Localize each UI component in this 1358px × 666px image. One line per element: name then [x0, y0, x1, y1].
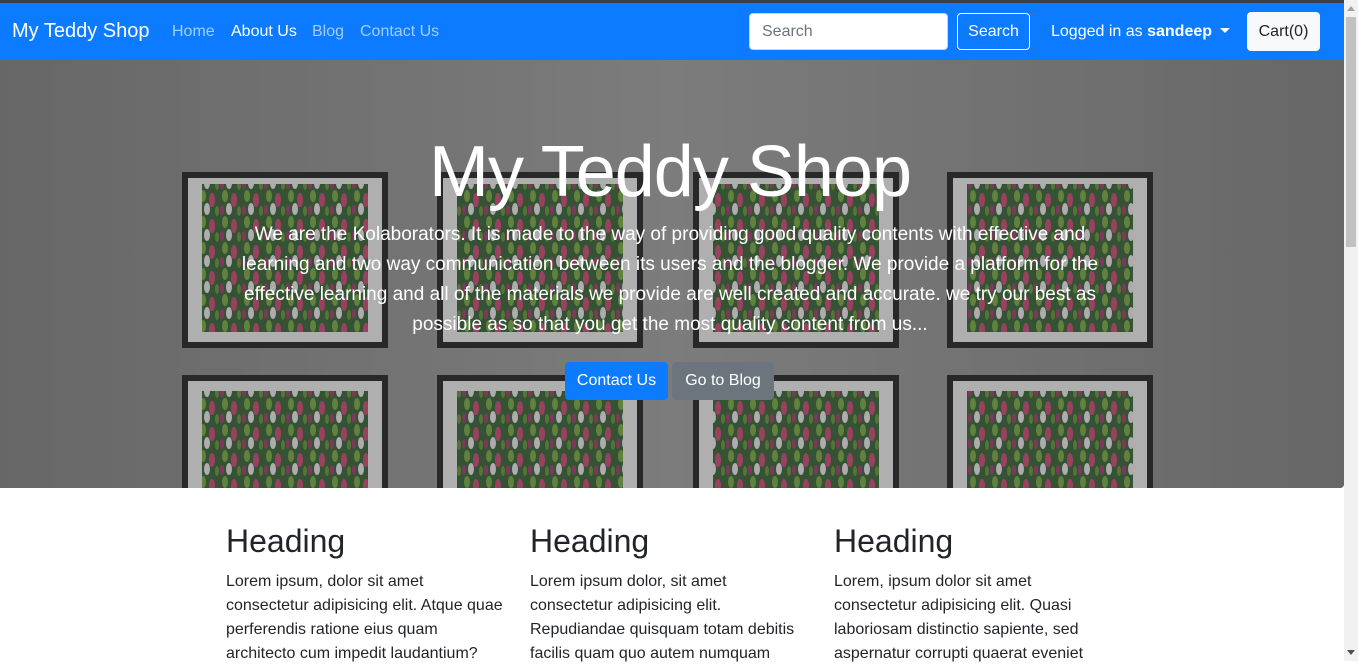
hero-description: We are the Kolaborators. It is made to t…: [241, 224, 1099, 335]
search-input[interactable]: [749, 13, 948, 50]
hero-jumbotron: My Teddy Shop We are the Kolaborators. I…: [0, 60, 1344, 488]
user-dropdown[interactable]: Logged in as sandeep: [1051, 23, 1231, 41]
brand-logo[interactable]: My Teddy Shop: [12, 20, 150, 43]
username: sandeep: [1147, 23, 1213, 40]
nav-link-home[interactable]: Home: [172, 23, 215, 41]
caret-down-icon: [1220, 28, 1231, 33]
column-heading: Heading: [834, 523, 954, 559]
navbar: My Teddy Shop Home About Us Blog Contact…: [0, 3, 1344, 60]
hero-title: My Teddy Shop: [429, 132, 912, 212]
column-heading: Heading: [226, 523, 346, 559]
nav-link-contact-us[interactable]: Contact Us: [360, 23, 439, 41]
feature-column-3: Heading Lorem, ipsum dolor sit amet cons…: [834, 520, 1116, 666]
go-to-blog-button[interactable]: Go to Blog: [672, 362, 774, 400]
column-text: Lorem ipsum dolor, sit amet consectetur …: [530, 573, 795, 662]
cart-button[interactable]: Cart(0): [1247, 12, 1320, 51]
scroll-up-arrow-icon[interactable]: [1347, 6, 1355, 11]
column-text: Lorem ipsum, dolor sit amet consectetur …: [226, 573, 503, 662]
feature-column-2: Heading Lorem ipsum dolor, sit amet cons…: [530, 520, 812, 666]
feature-column-1: Heading Lorem ipsum, dolor sit amet cons…: [226, 520, 508, 666]
column-heading: Heading: [530, 523, 650, 559]
nav-link-about-us[interactable]: About Us: [231, 23, 297, 41]
vertical-scrollbar[interactable]: [1344, 0, 1358, 661]
scrollbar-thumb[interactable]: [1346, 17, 1356, 247]
scroll-down-arrow-icon[interactable]: [1347, 650, 1355, 655]
column-text: Lorem, ipsum dolor sit amet consectetur …: [834, 573, 1084, 662]
user-dropdown-prefix: Logged in as: [1051, 23, 1143, 40]
contact-us-button[interactable]: Contact Us: [565, 362, 668, 400]
nav-link-blog[interactable]: Blog: [312, 23, 344, 41]
search-button[interactable]: Search: [957, 13, 1030, 50]
